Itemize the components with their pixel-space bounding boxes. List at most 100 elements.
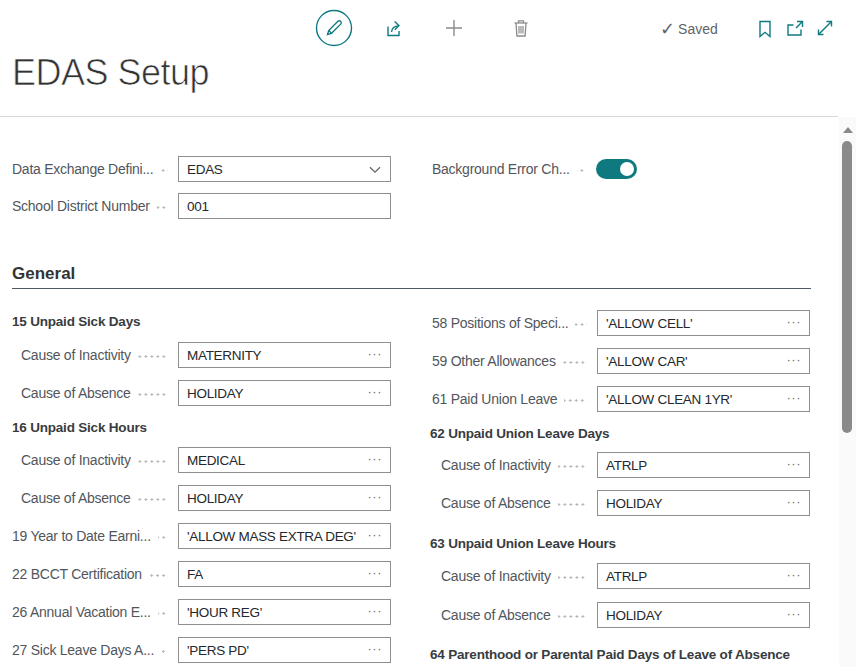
lookup-input[interactable]: ATRLP ··· <box>597 563 810 589</box>
check-icon: ✓ <box>660 18 675 40</box>
delete-button[interactable] <box>512 18 530 38</box>
field-label: Background Error Ch... <box>432 161 570 177</box>
trash-icon <box>512 18 530 38</box>
field-label: Cause of Inactivity <box>432 457 551 473</box>
field-row-data-exchange: Data Exchange Defini... EDAS <box>12 156 391 182</box>
dotted-leader <box>558 465 587 468</box>
assist-edit-button[interactable]: ··· <box>368 604 383 617</box>
scrollbar-up-arrow[interactable] <box>843 127 853 133</box>
dotted-leader <box>161 650 168 653</box>
assist-edit-button[interactable]: ··· <box>368 566 383 579</box>
assist-edit-button[interactable]: ··· <box>368 642 383 655</box>
chevron-down-icon[interactable] <box>369 166 381 174</box>
open-in-window-button[interactable] <box>786 20 804 37</box>
share-icon <box>384 19 404 38</box>
field-label: Cause of Absence <box>432 495 551 511</box>
lookup-input[interactable]: MEDICAL ··· <box>178 447 391 473</box>
field-row: Cause of Absence HOLIDAY ··· <box>12 485 391 511</box>
bookmark-button[interactable] <box>758 20 772 38</box>
field-label: Cause of Inactivity <box>432 568 551 584</box>
lookup-input[interactable]: 'ALLOW CLEAN 1YR' ··· <box>597 386 810 412</box>
field-row: 19 Year to Date Earni... 'ALLOW MASS EXT… <box>12 523 391 549</box>
dotted-leader <box>564 399 587 402</box>
title-divider <box>0 116 838 117</box>
field-row: Cause of Absence HOLIDAY ··· <box>12 380 391 406</box>
group-header: 62 Unpaid Union Leave Days <box>430 424 609 444</box>
page-title: EDAS Setup <box>12 52 209 94</box>
lookup-input[interactable]: HOLIDAY ··· <box>178 380 391 406</box>
field-row: Cause of Absence HOLIDAY ··· <box>432 602 810 628</box>
lookup-input[interactable]: 'ALLOW CAR' ··· <box>597 348 810 374</box>
dotted-leader <box>157 206 168 209</box>
field-row: 22 BCCT Certification FA ··· <box>12 561 391 587</box>
assist-edit-button[interactable]: ··· <box>368 528 383 541</box>
field-row-background-error: Background Error Ch... <box>432 156 637 182</box>
assist-edit-button[interactable]: ··· <box>787 568 802 581</box>
group-header: 16 Unpaid Sick Hours <box>12 418 147 438</box>
assist-edit-button[interactable]: ··· <box>787 607 802 620</box>
popout-icon <box>786 20 804 37</box>
dotted-leader <box>138 460 168 463</box>
toggle-knob <box>620 162 634 176</box>
field-row: Cause of Inactivity MATERNITY ··· <box>12 342 391 368</box>
dotted-leader <box>138 355 168 358</box>
plus-icon <box>445 19 463 37</box>
field-label: 61 Paid Union Leave <box>432 391 557 407</box>
lookup-input[interactable]: MATERNITY ··· <box>178 342 391 368</box>
dotted-leader <box>158 612 168 615</box>
dotted-leader <box>138 393 168 396</box>
lookup-input[interactable]: HOLIDAY ··· <box>597 490 810 516</box>
field-label: 22 BCCT Certification <box>12 566 142 582</box>
lookup-input[interactable]: HOLIDAY ··· <box>597 602 810 628</box>
field-row: 27 Sick Leave Days A... 'PERS PD' ··· <box>12 637 391 663</box>
expand-icon <box>816 19 834 37</box>
save-status: ✓ Saved <box>660 20 718 38</box>
lookup-input[interactable]: 'ALLOW MASS EXTRA DEG' ··· <box>178 523 391 549</box>
dotted-leader <box>558 503 587 506</box>
field-row-school-district: School District Number 001 <box>12 193 391 219</box>
assist-edit-button[interactable]: ··· <box>787 495 802 508</box>
field-label: 59 Other Allowances <box>432 353 556 369</box>
dotted-leader <box>577 169 586 172</box>
section-divider <box>12 288 811 289</box>
lookup-input[interactable]: HOLIDAY ··· <box>178 485 391 511</box>
pencil-icon <box>315 9 353 47</box>
field-label: Cause of Absence <box>12 490 131 506</box>
assist-edit-button[interactable]: ··· <box>368 490 383 503</box>
dotted-leader <box>160 169 168 172</box>
lookup-input[interactable]: 'HOUR REG' ··· <box>178 599 391 625</box>
dotted-leader <box>558 615 587 618</box>
edit-button[interactable] <box>315 9 353 47</box>
field-row: Cause of Inactivity ATRLP ··· <box>432 452 810 478</box>
scrollbar-thumb[interactable] <box>842 141 852 433</box>
lookup-input[interactable]: 'PERS PD' ··· <box>178 637 391 663</box>
field-row: Cause of Inactivity ATRLP ··· <box>432 563 810 589</box>
background-error-toggle[interactable] <box>596 159 637 179</box>
field-row: Cause of Inactivity MEDICAL ··· <box>12 447 391 473</box>
lookup-input[interactable]: FA ··· <box>178 561 391 587</box>
assist-edit-button[interactable]: ··· <box>787 315 802 328</box>
share-button[interactable] <box>384 19 404 38</box>
lookup-input[interactable]: ATRLP ··· <box>597 452 810 478</box>
field-label: Cause of Absence <box>12 385 131 401</box>
school-district-input[interactable]: 001 <box>178 193 391 219</box>
field-label: Cause of Absence <box>432 607 551 623</box>
expand-button[interactable] <box>816 19 834 37</box>
field-label: School District Number <box>12 198 150 214</box>
field-row: 59 Other Allowances 'ALLOW CAR' ··· <box>432 348 810 374</box>
assist-edit-button[interactable]: ··· <box>368 385 383 398</box>
assist-edit-button[interactable]: ··· <box>787 391 802 404</box>
field-label: 26 Annual Vacation E... <box>12 604 151 620</box>
dotted-leader <box>563 361 587 364</box>
dotted-leader <box>575 323 587 326</box>
field-label: 27 Sick Leave Days A... <box>12 642 154 658</box>
lookup-input[interactable]: 'ALLOW CELL' ··· <box>597 310 810 336</box>
assist-edit-button[interactable]: ··· <box>787 353 802 366</box>
data-exchange-combobox[interactable]: EDAS <box>178 156 391 182</box>
field-label: Data Exchange Defini... <box>12 161 153 177</box>
dotted-leader <box>138 498 168 501</box>
assist-edit-button[interactable]: ··· <box>368 452 383 465</box>
new-button[interactable] <box>445 19 463 37</box>
assist-edit-button[interactable]: ··· <box>368 347 383 360</box>
assist-edit-button[interactable]: ··· <box>787 457 802 470</box>
